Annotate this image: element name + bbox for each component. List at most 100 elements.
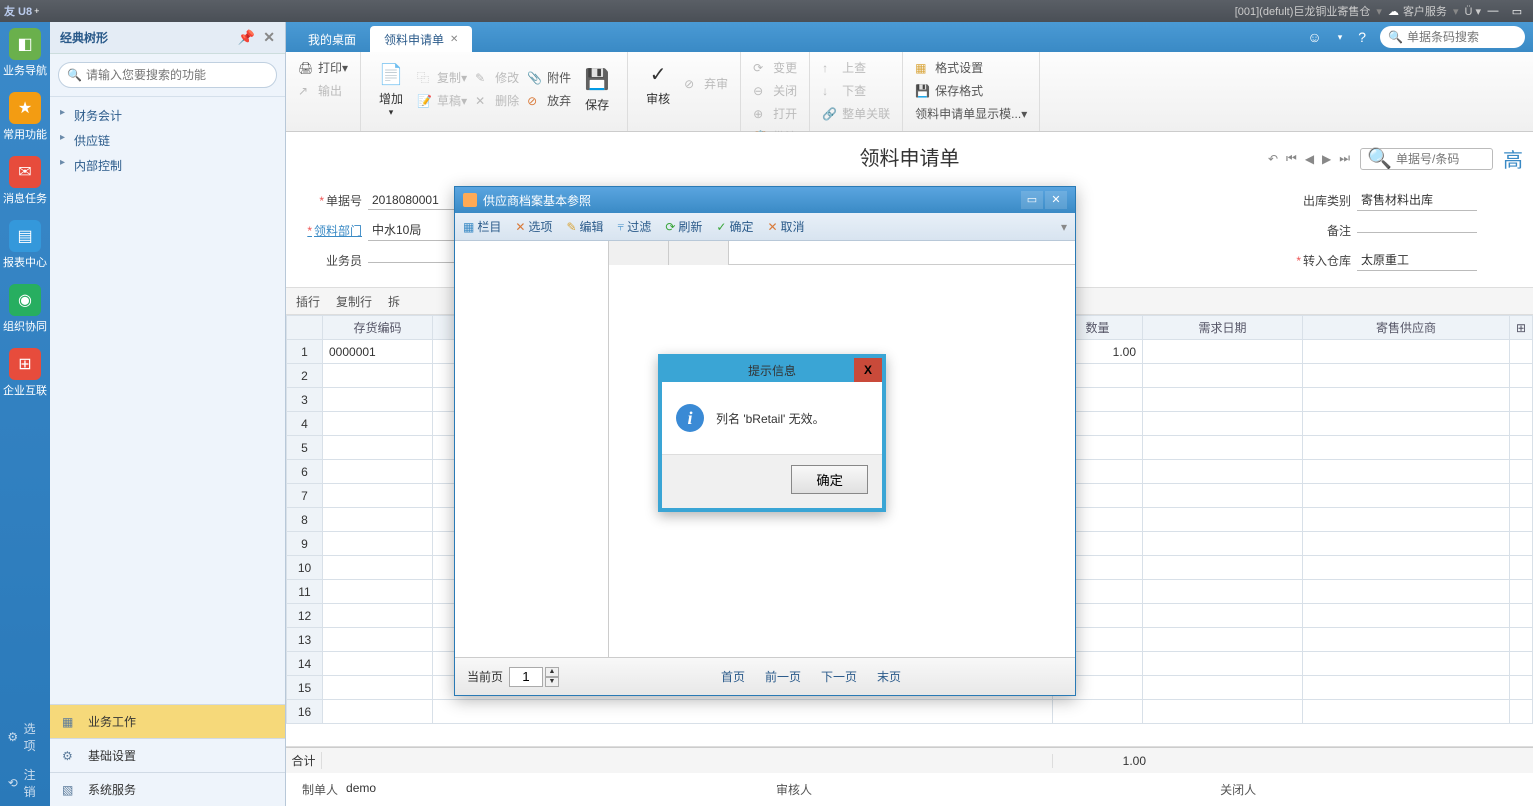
sidebar-search-input[interactable] [86, 68, 268, 82]
format-button[interactable]: ▦格式设置 [911, 56, 1031, 79]
col-supplier[interactable]: 寄售供应商 [1303, 316, 1510, 340]
customer-service-link[interactable]: 客户服务 [1403, 3, 1447, 19]
relation-button[interactable]: 🔗整单关联 [818, 102, 894, 125]
attach-icon: 📎 [527, 71, 543, 85]
page-prev[interactable]: 前一页 [765, 668, 801, 685]
close-icon[interactable]: ✕ [263, 29, 275, 46]
lookdown-button[interactable]: ↓下查 [818, 79, 894, 102]
rail-common[interactable]: ★常用功能 [2, 92, 48, 142]
sidebar-system-service[interactable]: ▧系统服务 [50, 772, 285, 806]
rail-logout[interactable]: ⟲注销 [0, 760, 50, 806]
close-button[interactable]: ⊖关闭 [749, 79, 801, 102]
alert-title-bar[interactable]: 提示信息 X [662, 358, 882, 382]
giveup-button[interactable]: ⊘放弃 [523, 89, 575, 112]
save-button[interactable]: 💾保存 [575, 56, 619, 122]
page-last[interactable]: 末页 [877, 668, 901, 685]
tree-finance[interactable]: 财务会计 [60, 103, 275, 128]
rail-messages[interactable]: ✉消息任务 [2, 156, 48, 206]
abandon-button[interactable]: ⊘弃审 [680, 72, 732, 95]
doc-search[interactable]: 🔍 [1360, 148, 1493, 170]
copy-row-button[interactable]: 复制行 [336, 293, 372, 310]
audit-button[interactable]: ✓审核 [636, 56, 680, 111]
dept-label[interactable]: 领料部门 [302, 222, 362, 239]
remark-value[interactable] [1357, 228, 1477, 233]
tab-material-request[interactable]: 领料申请单✕ [370, 26, 472, 52]
tab-desktop[interactable]: 我的桌面 [294, 26, 370, 52]
tb-cancel[interactable]: ✕取消 [767, 218, 804, 235]
rail-reports[interactable]: ▤报表中心 [2, 220, 48, 270]
attach-button[interactable]: 📎附件 [523, 66, 575, 89]
rail-enterprise[interactable]: ⊞企业互联 [2, 348, 48, 398]
nav-last-icon[interactable]: ⏭ [1339, 151, 1350, 166]
export-icon: ↗ [298, 84, 314, 98]
insert-row-button[interactable]: 插行 [296, 293, 320, 310]
rail-biz-nav[interactable]: ◧业务导航 [2, 28, 48, 78]
dialog-close-button[interactable]: ✕ [1045, 191, 1067, 209]
tree-supplychain[interactable]: 供应链 [60, 128, 275, 153]
tb-ok[interactable]: ✓确定 [716, 218, 753, 235]
dialog-tree-panel[interactable] [455, 241, 609, 657]
sidebar-biz-work[interactable]: ▦业务工作 [50, 704, 285, 738]
change-button[interactable]: ⟳变更 [749, 56, 801, 79]
rail-options[interactable]: ⚙选项 [0, 714, 50, 760]
rail-org[interactable]: ◉组织协同 [2, 284, 48, 334]
customer-service-icon[interactable]: ☁ [1388, 5, 1399, 18]
tree-internal-control[interactable]: 内部控制 [60, 153, 275, 178]
barcode-search-input[interactable] [1407, 30, 1517, 44]
table-row[interactable]: 16 [287, 700, 1533, 724]
modify-button[interactable]: ✎修改 [471, 66, 523, 89]
out-type-value[interactable]: 寄售材料出库 [1357, 189, 1477, 211]
page-down-icon[interactable]: ▼ [545, 677, 559, 687]
dialog-title-bar[interactable]: 供应商档案基本参照 ▭ ✕ [455, 187, 1075, 213]
print-button[interactable]: 🖨打印 ▾ [294, 56, 352, 79]
tb-filter[interactable]: ⫧过滤 [618, 218, 652, 235]
copy-button[interactable]: ⿻复制 ▾ [413, 66, 471, 89]
briefcase-icon: ▦ [62, 715, 82, 729]
delete-button[interactable]: ✕删除 [471, 89, 523, 112]
page-first[interactable]: 首页 [721, 668, 745, 685]
page-next[interactable]: 下一页 [821, 668, 857, 685]
sidebar-basic-settings[interactable]: ⚙基础设置 [50, 738, 285, 772]
tb-options[interactable]: ✕选项 [515, 218, 552, 235]
link-icon: 🔗 [822, 107, 838, 121]
tb-refresh[interactable]: ⟳刷新 [665, 218, 702, 235]
add-button[interactable]: 📄增加▾ [369, 56, 413, 122]
sidebar-search[interactable]: 🔍 [58, 62, 277, 88]
open-button[interactable]: ⊕打开 [749, 102, 801, 125]
col-reqdate[interactable]: 需求日期 [1143, 316, 1303, 340]
save-format-button[interactable]: 💾保存格式 [911, 79, 1031, 102]
tb-columns[interactable]: ▦栏目 [463, 218, 501, 235]
advanced-link[interactable]: 高 [1503, 144, 1523, 173]
toolbar-dropdown-icon[interactable]: ▾ [1061, 220, 1067, 234]
pin-icon[interactable]: 📌 [238, 29, 255, 46]
tab-close-icon[interactable]: ✕ [450, 34, 458, 45]
barcode-search[interactable]: 🔍 [1380, 26, 1525, 48]
dialog-maximize-button[interactable]: ▭ [1021, 191, 1043, 209]
col-expand-icon[interactable]: ⊞ [1509, 316, 1532, 340]
page-input[interactable] [509, 667, 543, 687]
tb-edit[interactable]: ✎编辑 [566, 218, 603, 235]
page-up-icon[interactable]: ▲ [545, 667, 559, 677]
minimize-button[interactable]: — [1481, 5, 1505, 17]
doc-search-input[interactable] [1396, 152, 1486, 166]
draft-button[interactable]: 📝草稿 ▾ [413, 89, 471, 112]
sidebar-title: 经典树形 [60, 29, 108, 46]
nav-next-icon[interactable]: ▶ [1322, 152, 1331, 166]
output-button[interactable]: ↗输出 [294, 79, 352, 102]
col-code[interactable]: 存货编码 [323, 316, 433, 340]
help-icon[interactable]: ? [1358, 29, 1366, 45]
u-menu[interactable]: Ü ▾ [1464, 5, 1481, 18]
nav-prev-icon[interactable]: ◀ [1305, 152, 1314, 166]
nav-undo-icon[interactable]: ↶ [1268, 152, 1278, 166]
to-wh-label: 转入仓库 [1291, 252, 1351, 269]
maximize-button[interactable]: ▭ [1505, 5, 1529, 18]
alert-ok-button[interactable]: 确定 [791, 465, 868, 494]
to-wh-value[interactable]: 太原重工 [1357, 249, 1477, 271]
open-icon: ⊕ [753, 107, 769, 121]
nav-first-icon[interactable]: ⏮ [1286, 151, 1297, 166]
alert-close-button[interactable]: X [854, 358, 882, 382]
lookup-button[interactable]: ↑上查 [818, 56, 894, 79]
display-template[interactable]: 领料申请单显示模... ▾ [911, 102, 1031, 125]
smiley-icon[interactable]: ☺ [1307, 29, 1321, 45]
split-row-button[interactable]: 拆 [388, 293, 400, 310]
